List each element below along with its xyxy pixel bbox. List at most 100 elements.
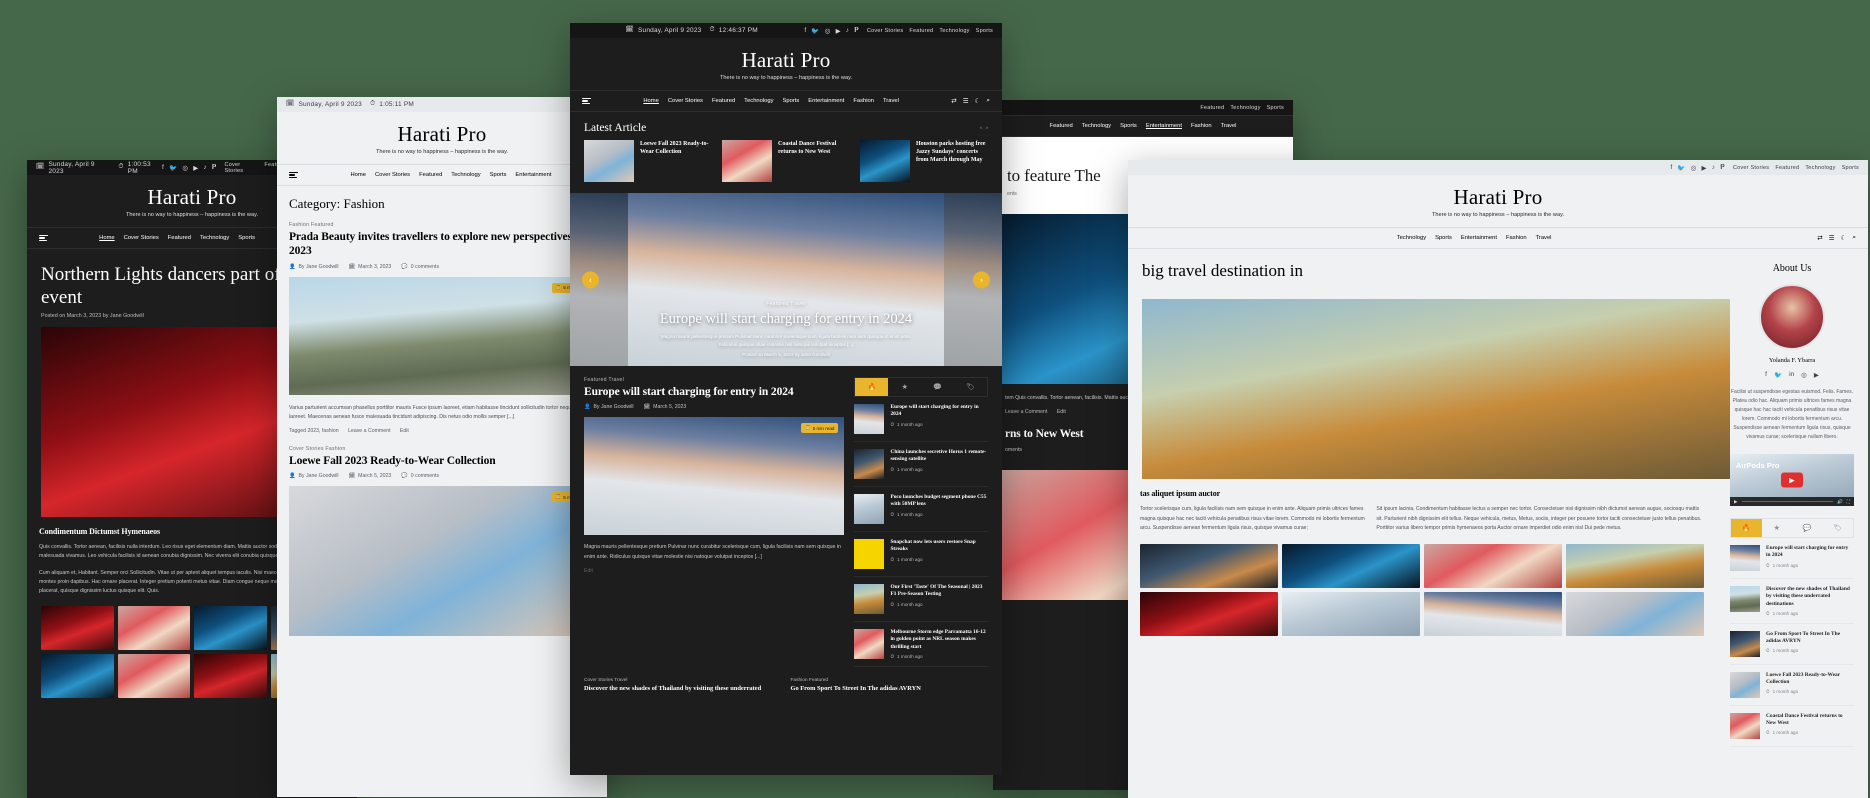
search-icon[interactable]: ⌕	[1852, 234, 1856, 242]
video-controls[interactable]: ▶ 🔊 ⛶	[1730, 497, 1854, 507]
gallery-image-1[interactable]	[41, 605, 114, 650]
quicknav-cover-stories[interactable]: Cover Stories	[867, 28, 904, 34]
youtube-icon[interactable]: ▶	[836, 27, 841, 35]
quicknav-cover-stories[interactable]: Cover Stories	[1733, 165, 1770, 171]
youtube-play-icon[interactable]: ▶	[1781, 472, 1803, 488]
twitter-icon[interactable]: 🐦	[1677, 164, 1685, 172]
quicknav-featured[interactable]: Featured	[1200, 105, 1224, 111]
instagram-icon[interactable]: ◎	[182, 164, 188, 172]
twitter-icon[interactable]: 🐦	[169, 164, 177, 172]
hero-next-button[interactable]: ›	[973, 271, 990, 289]
twitter-icon[interactable]: 🐦	[811, 27, 819, 35]
site-brand[interactable]: Harati Pro	[570, 49, 1002, 71]
topbar-quicknav[interactable]: Featured Technology Sports	[1200, 105, 1284, 111]
hero-slide-prev[interactable]	[570, 193, 628, 367]
nav-item-technology[interactable]: Technology	[1397, 235, 1426, 241]
gallery-image-6[interactable]	[1282, 591, 1420, 636]
nav-item-entertainment[interactable]: Entertainment	[808, 98, 844, 104]
progress-bar[interactable]	[1741, 500, 1834, 503]
hero-title[interactable]: Europe will start charging for entry in …	[628, 311, 944, 328]
list-item-title[interactable]: Coastal Dance Festival returns to New We…	[778, 140, 850, 182]
topbar-socials[interactable]: f 🐦 ◎ ▶ ♪ 𝐏	[1670, 164, 1724, 172]
hero-prev-button[interactable]: ‹	[582, 271, 599, 289]
quicknav-technology[interactable]: Technology	[1805, 165, 1835, 171]
nav-item-entertainment[interactable]: Entertainment	[515, 172, 551, 178]
gallery-image-5[interactable]	[41, 653, 114, 698]
featured-title[interactable]: Europe will start charging for entry in …	[584, 385, 844, 399]
nav-item-sports[interactable]: Sports	[1435, 235, 1452, 241]
quicknav-technology[interactable]: Technology	[1230, 105, 1260, 111]
list-item[interactable]: Discover the new shades of Thailand by v…	[1730, 579, 1854, 624]
facebook-icon[interactable]: f	[1670, 164, 1672, 171]
screenshot-card-homepage[interactable]: 🗓 Sunday, April 9 2023 ⏱ 12:46:37 PM f 🐦…	[570, 23, 1002, 775]
list-item-thumbnail[interactable]	[860, 140, 910, 183]
tab-comments[interactable]: 💬	[1792, 519, 1823, 537]
list-item-thumbnail[interactable]	[1730, 671, 1760, 698]
list-item[interactable]: Europe will start charging for entry in …	[1730, 538, 1854, 580]
nav-item-featured[interactable]: Featured	[712, 98, 735, 104]
nav-links[interactable]: Home Cover Stories Featured Technology S…	[643, 98, 899, 104]
gallery-image-2[interactable]	[117, 605, 190, 650]
site-brand[interactable]: Harati Pro	[277, 123, 607, 145]
shuffle-icon[interactable]: ⇄	[1817, 234, 1822, 242]
chevron-left-icon[interactable]: ‹	[980, 125, 982, 131]
list-item[interactable]: Melbourne Storm edge Parramatta 16-12 in…	[854, 622, 988, 668]
nav-links[interactable]: Home Cover Stories Featured Technology S…	[99, 235, 255, 241]
search-icon[interactable]: ⌕	[986, 97, 990, 105]
list-item-title[interactable]: Melbourne Storm edge Parramatta 16-12 in…	[890, 629, 988, 651]
featured-thumbnail[interactable]: ⏳ 5 min read	[584, 417, 845, 536]
list-item-thumbnail[interactable]	[854, 539, 885, 570]
instagram-icon[interactable]: ◎	[1691, 164, 1697, 172]
nav-item-entertainment[interactable]: Entertainment	[1461, 235, 1497, 241]
list-item-title[interactable]: Go From Sport To Street In The adidas AV…	[1766, 631, 1854, 645]
pinterest-icon[interactable]: 𝐏	[212, 164, 217, 172]
nav-item-travel[interactable]: Travel	[1536, 235, 1552, 241]
nav-item-featured[interactable]: Featured	[419, 172, 442, 178]
list-item-thumbnail[interactable]	[584, 140, 634, 183]
nav-tools[interactable]: ⇄ ☰ ☾ ⌕	[951, 97, 990, 105]
list-item[interactable]: Loewe Fall 2023 Ready-to-Wear Collection…	[1730, 665, 1854, 706]
list-item-thumbnail[interactable]	[722, 140, 772, 183]
screenshot-card-category-fashion[interactable]: 🗓 Sunday, April 9 2023 ⏱ 1:05:11 PM f 🐦 …	[277, 97, 607, 797]
nav-item-sports[interactable]: Sports	[490, 172, 507, 178]
topbar-socials[interactable]: f 🐦 ◎ ▶ ♪ 𝐏	[162, 164, 216, 172]
list-item-title[interactable]: Discover the new shades of Thailand by v…	[1766, 586, 1854, 608]
list-item-title[interactable]: Europe will start charging for entry in …	[1766, 545, 1854, 559]
topbar-socials[interactable]: f 🐦 ◎ ▶ ♪ 𝐏	[804, 27, 858, 35]
topbar-quicknav[interactable]: Cover Stories Featured Technology Sports	[867, 28, 993, 34]
nav-item-travel[interactable]: Travel	[883, 98, 899, 104]
list-item-title[interactable]: Loewe Fall 2023 Ready-to-Wear Collection	[1766, 672, 1854, 686]
main-nav[interactable]: Home Cover Stories Featured Technology S…	[570, 90, 1002, 113]
nav-links[interactable]: Technology Sports Entertainment Fashion …	[1397, 235, 1552, 241]
list-item[interactable]: Coastal Dance Festival returns to New We…	[722, 140, 850, 183]
youtube-icon[interactable]: ▶	[1814, 371, 1819, 379]
list-item[interactable]: Our First 'Taste' Of The Seasonal | 2023…	[854, 577, 988, 623]
nav-tools[interactable]: ⇄ ☰ ☾ ⌕	[1817, 234, 1856, 242]
gallery-image-7[interactable]	[194, 653, 267, 698]
shuffle-icon[interactable]: ⇄	[951, 97, 956, 105]
edit-link[interactable]: Edit	[400, 428, 409, 434]
list-item-thumbnail[interactable]	[1730, 586, 1760, 613]
sidebar-tabs[interactable]: 🔥 ★ 💬 🏷	[1730, 518, 1854, 539]
list-item-thumbnail[interactable]	[1730, 712, 1760, 739]
quicknav-cover-stories[interactable]: Cover Stories	[224, 162, 258, 174]
featured-post-column[interactable]: Featured Travel Europe will start chargi…	[584, 377, 845, 667]
list-item-thumbnail[interactable]	[854, 494, 885, 525]
nav-item-sports[interactable]: Sports	[238, 235, 255, 241]
linkedin-icon[interactable]: in	[1789, 371, 1794, 379]
trending-sidebar[interactable]: 🔥 ★ 💬 🏷 Europe will start charging for e…	[854, 377, 988, 668]
facebook-icon[interactable]: f	[1765, 371, 1767, 379]
post-entry[interactable]: Cover Stories Fashion Loewe Fall 2023 Re…	[289, 446, 595, 637]
video-widget[interactable]: AirPods Pro ▶ ▶ 🔊 ⛶	[1730, 454, 1854, 507]
bottom-mini-cards[interactable]: Cover Stories Travel Discover the new sh…	[570, 678, 1002, 693]
main-nav[interactable]: Technology Sports Entertainment Fashion …	[1128, 227, 1868, 250]
nav-item-technology[interactable]: Technology	[451, 172, 480, 178]
post-title[interactable]: Loewe Fall 2023 Ready-to-Wear Collection	[289, 454, 595, 468]
tab-popular[interactable]: ★	[888, 378, 921, 396]
list-item[interactable]: Go From Sport To Street In The adidas AV…	[1730, 624, 1854, 665]
list-item[interactable]: Loewe Fall 2023 Ready-to-Wear Collection	[584, 140, 712, 183]
list-item-title[interactable]: Poco launches budget segment phone C55 w…	[890, 494, 988, 509]
leave-comment-link[interactable]: Leave a Comment	[1005, 409, 1047, 415]
quicknav-featured[interactable]: Featured	[1775, 165, 1799, 171]
hamburger-menu-icon[interactable]	[39, 234, 48, 242]
